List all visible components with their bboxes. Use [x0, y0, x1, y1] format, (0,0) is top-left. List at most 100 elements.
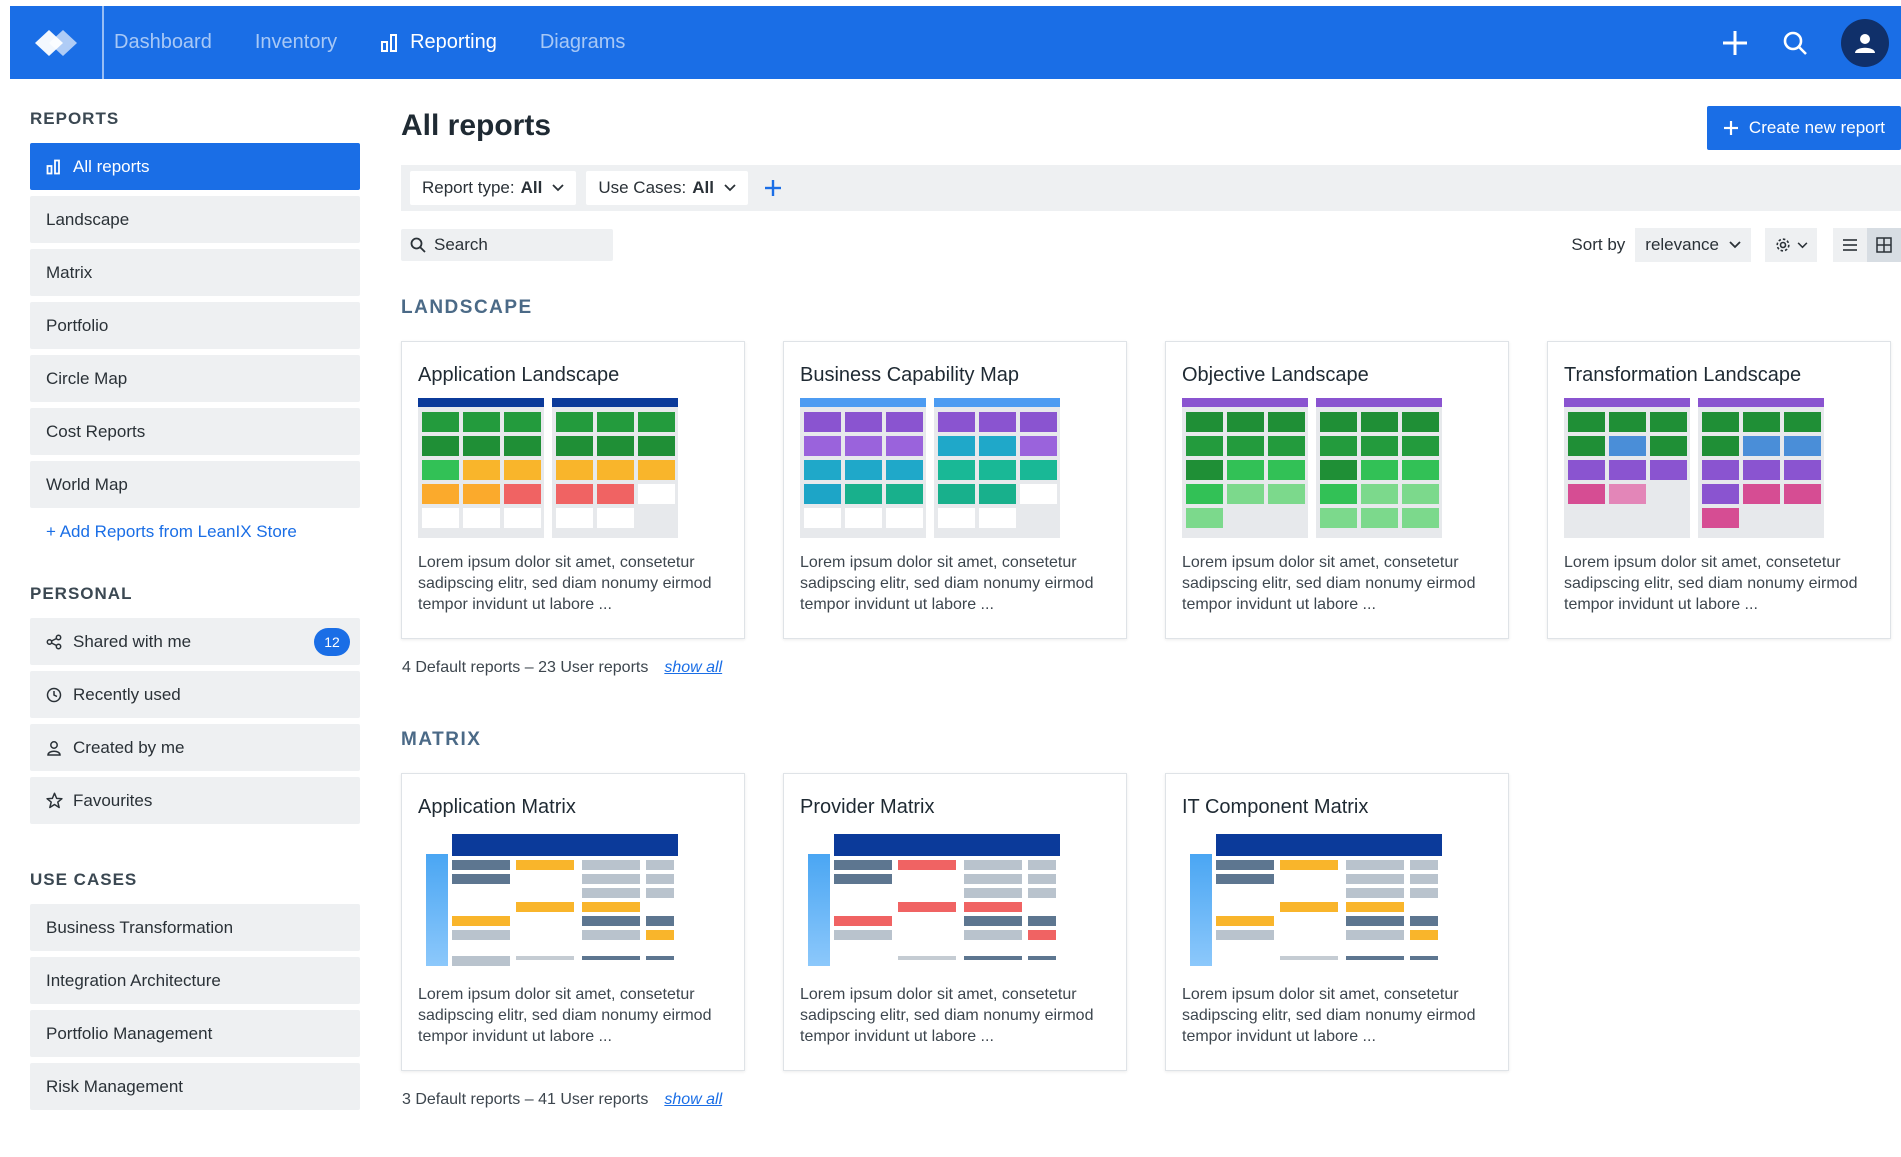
matrix-meta: 3 Default reports – 41 User reports show… [402, 1091, 722, 1109]
grid-icon [1876, 237, 1892, 253]
landscape-thumbnail [418, 398, 678, 538]
sidebar-item-matrix[interactable]: Matrix [30, 249, 360, 296]
app-frame: Dashboard Inventory Reporting Diagrams R… [10, 6, 1901, 1157]
sidebar-item-landscape[interactable]: Landscape [30, 196, 360, 243]
sidebar-item-label: Landscape [46, 209, 130, 229]
shared-count-badge: 12 [314, 627, 350, 656]
report-card-application-matrix[interactable]: Application Matrix Lorem ipsum dolor sit… [401, 773, 745, 1071]
reports-heading: REPORTS [30, 109, 120, 128]
matrix-thumbnail [808, 834, 1060, 966]
card-title: Application Landscape [418, 364, 620, 386]
top-navigation-bar: Dashboard Inventory Reporting Diagrams [10, 6, 1901, 79]
sidebar-item-label: Business Transformation [46, 917, 234, 937]
nav-inventory-label: Inventory [254, 31, 338, 53]
sidebar-item-portfolio[interactable]: Portfolio [30, 302, 360, 349]
matrix-thumbnail [1190, 834, 1442, 966]
add-reports-link[interactable]: + Add Reports from LeanIX Store [30, 522, 360, 542]
report-card-provider-matrix[interactable]: Provider Matrix Lorem ipsum dolor sit am… [783, 773, 1127, 1071]
nav-diagrams[interactable]: Diagrams [540, 31, 626, 54]
clock-icon [46, 687, 64, 703]
report-card-business-capability-map[interactable]: Business Capability Map Lorem ipsum dolo… [783, 341, 1127, 639]
report-card-it-component-matrix[interactable]: IT Component Matrix Lorem ipsum dolor si… [1165, 773, 1509, 1071]
landscape-thumbnail [800, 398, 1060, 538]
sort-select[interactable]: relevance [1635, 228, 1751, 262]
create-new-report-button[interactable]: Create new report [1706, 106, 1901, 150]
sidebar-item-circle-map[interactable]: Circle Map [30, 355, 360, 402]
card-title: Transformation Landscape [1564, 364, 1802, 386]
share-icon [46, 634, 64, 650]
landscape-thumbnail [1182, 398, 1442, 538]
top-actions [1715, 6, 1901, 79]
card-description: Lorem ipsum dolor sit amet, consetetur s… [1564, 554, 1858, 613]
leanix-logo-icon[interactable] [10, 6, 104, 79]
report-type-filter[interactable]: Report type: All [410, 171, 577, 205]
sidebar-item-label: Recently used [73, 684, 181, 704]
sidebar-item-label: Matrix [46, 262, 93, 282]
card-title: Objective Landscape [1182, 364, 1369, 386]
sidebar-item-favourites[interactable]: Favourites [30, 777, 360, 824]
sidebar-item-label: Created by me [73, 737, 185, 757]
use-cases-filter[interactable]: Use Cases: All [586, 171, 748, 205]
person-icon [46, 740, 64, 756]
filter-label: Use Cases: [598, 178, 687, 197]
sidebar-item-label: Risk Management [46, 1076, 184, 1096]
card-description: Lorem ipsum dolor sit amet, consetetur s… [800, 986, 1094, 1045]
grid-view-button[interactable] [1867, 228, 1901, 262]
sidebar-item-created-by-me[interactable]: Created by me [30, 724, 360, 771]
nav-diagrams-label: Diagrams [539, 31, 626, 53]
nav-reporting[interactable]: Reporting [380, 31, 497, 54]
card-description: Lorem ipsum dolor sit amet, consetetur s… [800, 554, 1094, 613]
sidebar-item-shared-with-me[interactable]: Shared with me 12 [30, 618, 360, 665]
add-filter-icon[interactable] [764, 179, 782, 197]
search-box [401, 229, 613, 261]
create-button-label: Create new report [1748, 118, 1885, 137]
nav-dashboard[interactable]: Dashboard [114, 31, 212, 54]
chevron-down-icon [1797, 241, 1807, 248]
report-counts: 4 Default reports – 23 User reports [402, 659, 649, 676]
sidebar-item-risk-management[interactable]: Risk Management [30, 1063, 360, 1110]
show-all-matrix-link[interactable]: show all [664, 1091, 722, 1109]
nav-inventory[interactable]: Inventory [255, 31, 337, 54]
matrix-thumbnail [426, 834, 678, 966]
sidebar-item-label: Cost Reports [46, 421, 146, 441]
sidebar-item-all-reports[interactable]: All reports [30, 143, 360, 190]
sidebar-item-business-transformation[interactable]: Business Transformation [30, 904, 360, 951]
sidebar-item-cost-reports[interactable]: Cost Reports [30, 408, 360, 455]
sidebar-item-world-map[interactable]: World Map [30, 461, 360, 508]
card-title: Provider Matrix [800, 796, 935, 818]
sidebar-item-label: Circle Map [46, 368, 128, 388]
report-card-objective-landscape[interactable]: Objective Landscape Lorem ipsum dolor si… [1165, 341, 1509, 639]
search-input[interactable] [434, 235, 604, 255]
sidebar-item-label: Integration Architecture [46, 970, 221, 990]
report-card-application-landscape[interactable]: Application Landscape Lorem ipsum dolor … [401, 341, 745, 639]
sidebar-item-label: Favourites [73, 790, 153, 810]
nav-dashboard-label: Dashboard [114, 31, 212, 53]
sidebar-item-portfolio-management[interactable]: Portfolio Management [30, 1010, 360, 1057]
page-title: All reports [401, 109, 552, 142]
card-description: Lorem ipsum dolor sit amet, consetetur s… [418, 986, 712, 1045]
sidebar-item-integration-architecture[interactable]: Integration Architecture [30, 957, 360, 1004]
star-icon [46, 792, 64, 809]
nav-reporting-label: Reporting [410, 31, 497, 53]
sidebar-item-label: Portfolio Management [46, 1023, 213, 1043]
card-description: Lorem ipsum dolor sit amet, consetetur s… [1182, 554, 1476, 613]
chevron-down-icon [552, 184, 564, 192]
list-view-button[interactable] [1833, 228, 1867, 262]
search-icon[interactable] [1775, 23, 1815, 63]
view-toggle [1833, 228, 1901, 262]
user-avatar[interactable] [1841, 18, 1889, 67]
use-cases-heading: USE CASES [30, 870, 138, 889]
sidebar: REPORTS All reports Landscape Matrix Por… [30, 79, 360, 1116]
show-all-landscape-link[interactable]: show all [664, 659, 722, 677]
sidebar-item-label: Portfolio [46, 315, 109, 335]
settings-dropdown[interactable] [1765, 228, 1817, 262]
chevron-down-icon [1729, 241, 1741, 249]
card-description: Lorem ipsum dolor sit amet, consetetur s… [418, 554, 712, 613]
sort-label: Sort by [1571, 235, 1626, 254]
plus-icon[interactable] [1715, 23, 1755, 63]
sidebar-item-label: World Map [46, 474, 128, 494]
search-icon [410, 237, 426, 253]
sidebar-item-label: All reports [73, 156, 150, 176]
report-card-transformation-landscape[interactable]: Transformation Landscape Lorem ipsum dol… [1547, 341, 1891, 639]
sidebar-item-recently-used[interactable]: Recently used [30, 671, 360, 718]
